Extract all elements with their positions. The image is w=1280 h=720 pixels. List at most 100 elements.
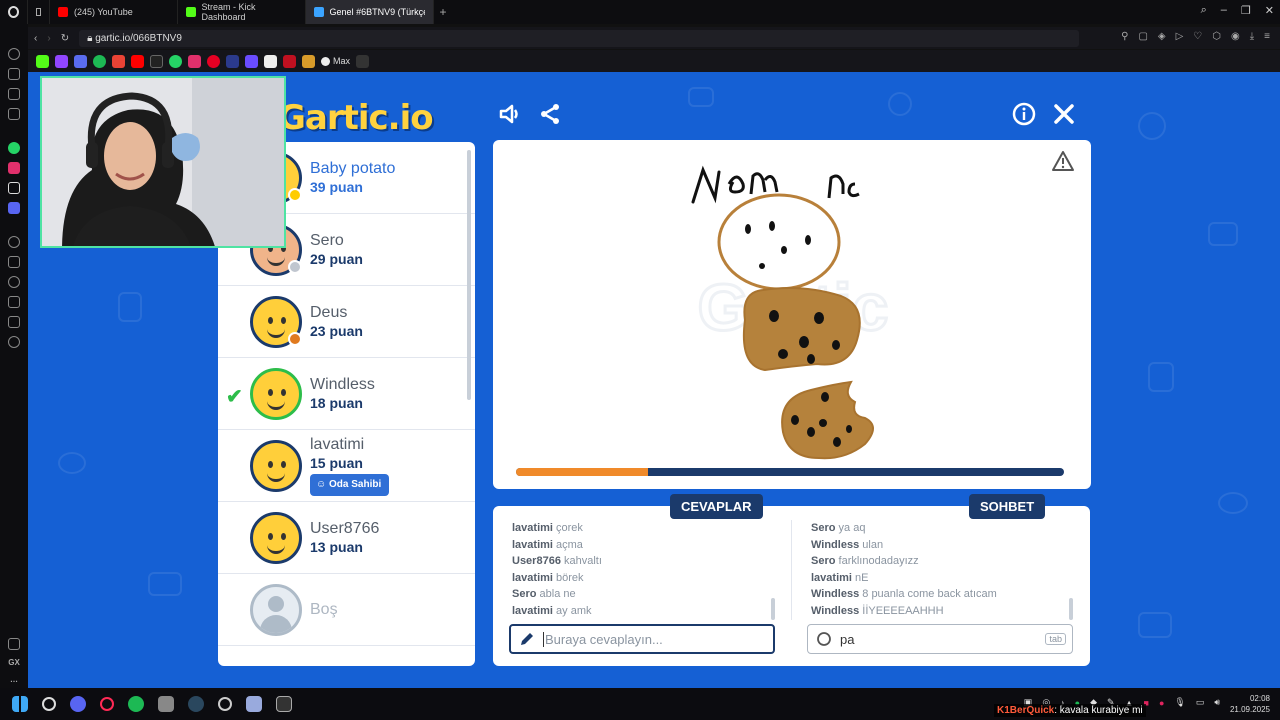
snapshot-icon[interactable]: ▢ [1138, 31, 1147, 42]
pin-icon[interactable] [8, 638, 20, 650]
player-list-scrollbar[interactable] [467, 150, 471, 400]
back-icon[interactable]: ‹ [34, 33, 37, 44]
heart-icon[interactable] [8, 256, 20, 268]
info-button[interactable] [1012, 102, 1036, 131]
instagram-icon[interactable] [8, 162, 20, 174]
youtube-bookmark-icon[interactable] [131, 54, 144, 68]
bookmark-icon[interactable] [302, 54, 315, 68]
profile-icon[interactable]: ◉ [1231, 31, 1240, 42]
app-tray-icon[interactable]: ● [1159, 698, 1164, 708]
player-icon[interactable] [8, 236, 20, 248]
report-button[interactable] [1051, 150, 1075, 177]
more-icon[interactable]: … [10, 675, 18, 684]
settings-icon[interactable] [8, 336, 20, 348]
new-tab-button[interactable]: + [434, 5, 452, 19]
discord-icon[interactable] [8, 202, 20, 214]
steam-icon[interactable] [188, 696, 204, 712]
close-icon [1054, 104, 1074, 124]
bookmark-icon[interactable] [245, 54, 258, 68]
volume-icon[interactable]: 🔊︎ [1214, 697, 1220, 708]
spotify-bookmark-icon[interactable] [93, 54, 106, 68]
check-icon: ✔ [226, 386, 243, 408]
menu-icon[interactable]: ≡ [1264, 31, 1270, 42]
gmail-bookmark-icon[interactable] [112, 54, 125, 68]
bookmark-icon[interactable] [264, 54, 277, 68]
clock[interactable]: 02:08 21.09.2025 [1230, 693, 1270, 715]
pinterest-bookmark-icon[interactable] [207, 54, 220, 68]
player-name: Windless [310, 375, 375, 393]
clock-time: 02:08 [1249, 694, 1270, 703]
whatsapp-bookmark-icon[interactable] [169, 54, 182, 68]
spotify-icon[interactable] [128, 696, 144, 712]
bookmark-icon[interactable] [356, 54, 370, 68]
whatsapp-icon[interactable] [8, 142, 20, 154]
play-icon[interactable]: ▷ [1176, 31, 1184, 42]
tab-youtube[interactable]: (245) YouTube [50, 0, 178, 24]
epic-games-icon[interactable] [276, 696, 292, 712]
downloads-icon[interactable] [8, 296, 20, 308]
owner-label: Oda Sahibi [329, 478, 382, 490]
bookmark-icon[interactable] [74, 54, 87, 68]
shield-icon[interactable]: ◈ [1158, 31, 1166, 42]
message-row: lavatimi ay amk [512, 603, 777, 620]
forward-icon[interactable]: › [47, 33, 50, 44]
url-field[interactable]: 🔒︎ gartic.io/066BTNV9 [79, 29, 1080, 47]
twitch-bookmark-icon[interactable] [55, 54, 68, 68]
chat-scrollbar[interactable] [1069, 598, 1073, 620]
bookmark-max[interactable]: Max [321, 56, 350, 66]
discord-icon[interactable] [70, 696, 86, 712]
opera-gx-icon[interactable] [100, 697, 114, 711]
kick-bookmark-icon[interactable] [36, 54, 49, 68]
drawing-canvas[interactable]: Gartic [493, 140, 1091, 489]
search-icon[interactable]: ⌕ [1201, 4, 1207, 17]
speed-dial-icon[interactable] [8, 48, 20, 60]
sound-button[interactable] [498, 102, 522, 131]
exit-button[interactable] [1052, 102, 1076, 131]
share-button[interactable] [538, 102, 562, 131]
messenger-icon[interactable] [8, 108, 20, 120]
pin-icon[interactable]: ⚲ [1121, 31, 1128, 42]
heart-icon[interactable]: ♡ [1193, 31, 1202, 42]
app-icon[interactable] [158, 696, 174, 712]
instagram-bookmark-icon[interactable] [188, 54, 201, 68]
clock-date: 21.09.2025 [1229, 705, 1270, 714]
gx-control-icon[interactable] [8, 68, 20, 80]
x-icon[interactable] [8, 182, 20, 194]
search-icon[interactable] [42, 697, 56, 711]
speaker-icon [499, 104, 518, 124]
avatar [250, 367, 302, 420]
tab-kick[interactable]: Stream - Kick Dashboard [178, 0, 306, 24]
minimize-icon[interactable]: – [1221, 4, 1227, 17]
bookmark-icon[interactable] [226, 54, 239, 68]
chat-input[interactable]: pa tab [807, 624, 1073, 654]
tab-workspaces[interactable] [28, 0, 50, 24]
message-row: lavatimi nE [811, 570, 1076, 587]
news-icon[interactable] [8, 88, 20, 100]
close-icon[interactable]: ✕ [1265, 4, 1274, 17]
empty-slot[interactable] [218, 646, 475, 666]
app-icon[interactable] [218, 697, 232, 711]
empty-slot[interactable]: Boş [218, 574, 475, 646]
tab-gartic[interactable]: Genel #6BTNV9 (Türkçe) [306, 0, 434, 24]
extensions-icon[interactable]: ⬡ [1212, 31, 1221, 42]
restore-icon[interactable]: ❐ [1241, 4, 1251, 17]
bookmark-icon[interactable] [283, 54, 296, 68]
x-bookmark-icon[interactable] [150, 54, 163, 68]
download-icon[interactable]: ⤓ [1250, 31, 1254, 42]
history-icon[interactable] [8, 276, 20, 288]
microphone-icon[interactable]: 🎙︎ [1174, 697, 1185, 708]
message-user: lavatimi [512, 538, 553, 551]
browser-menu-button[interactable] [0, 0, 28, 24]
reload-icon[interactable]: ↻ [61, 33, 69, 44]
network-icon[interactable]: ▭ [1196, 697, 1205, 708]
extensions-icon[interactable] [8, 316, 20, 328]
answers-scrollbar[interactable] [771, 598, 775, 620]
settings-icon[interactable] [246, 696, 262, 712]
answer-input[interactable]: Buraya cevaplayın... [509, 624, 775, 654]
windows-start-icon[interactable] [12, 696, 28, 712]
message-user: Sero [811, 555, 836, 568]
message-user: Windless [811, 604, 860, 617]
message-text: 8 puanla come back atıcam [862, 588, 997, 601]
message-user: User8766 [512, 555, 561, 568]
chat-list: Sero ya aq Windless ulan Sero farklınodada… [811, 520, 1076, 620]
